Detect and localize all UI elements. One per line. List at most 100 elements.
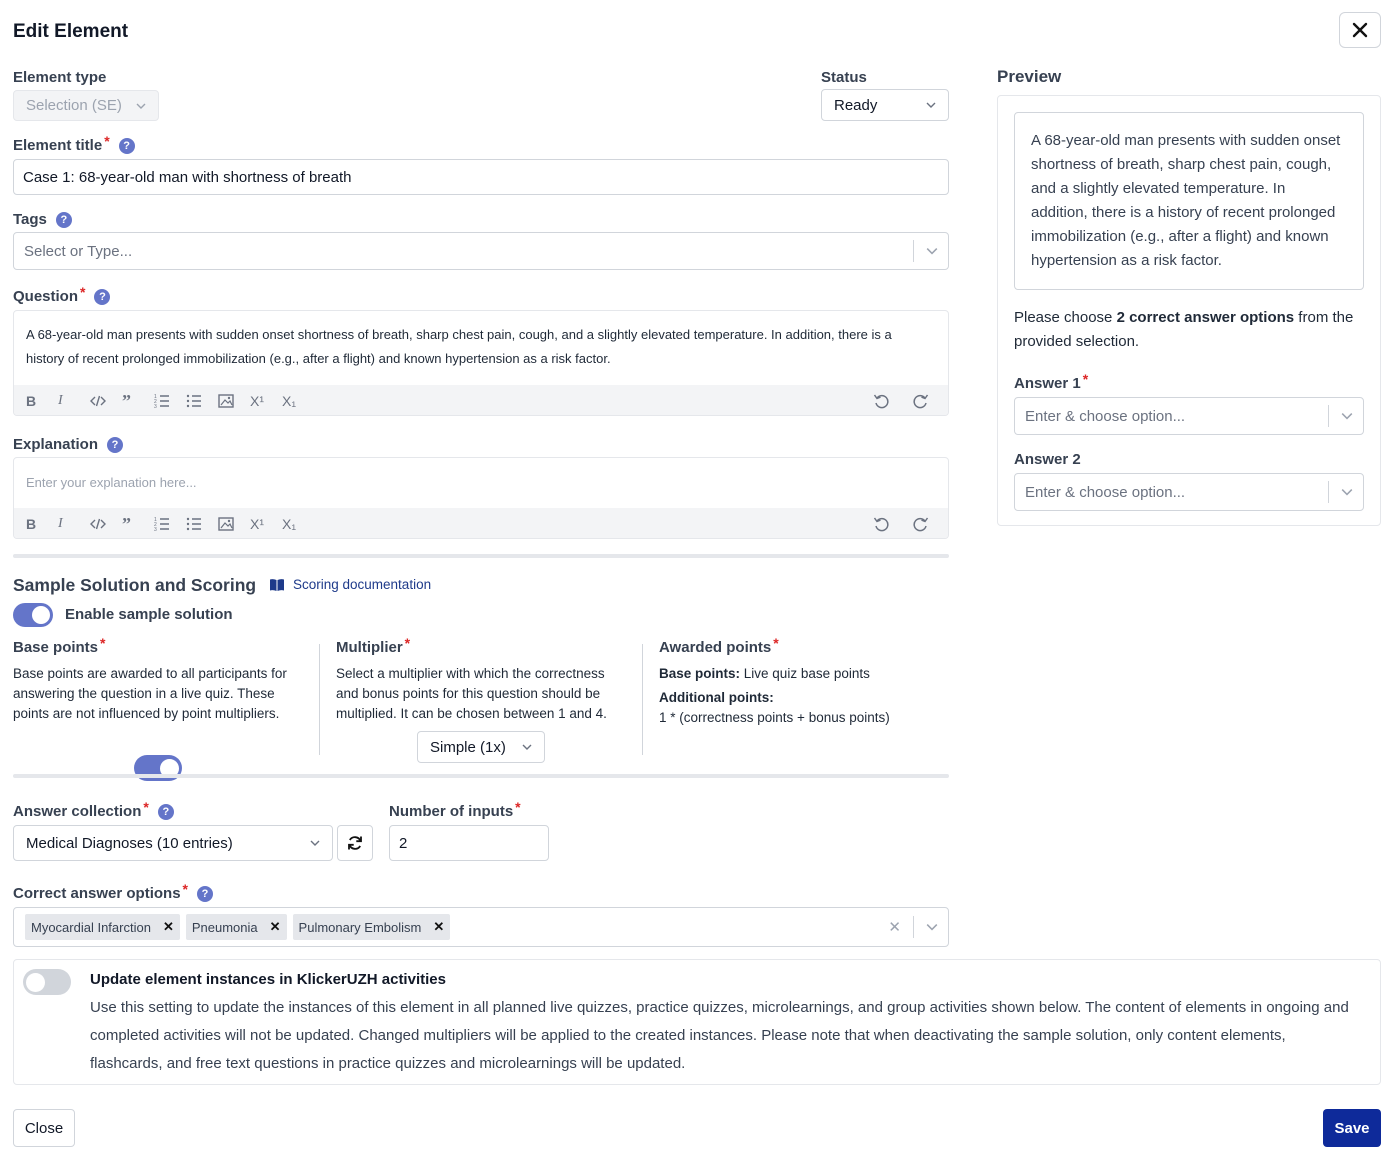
subscript-button[interactable]: X₁ (282, 514, 314, 534)
close-dialog-button[interactable] (1339, 12, 1381, 48)
separator (913, 240, 914, 262)
preview-panel: A 68-year-old man presents with sudden o… (997, 95, 1381, 526)
quote-button[interactable]: ” (122, 514, 154, 534)
base-points-label: Base points * (13, 634, 106, 657)
close-button[interactable]: Close (13, 1109, 75, 1147)
correct-answer-options-select[interactable]: Myocardial Infarction ✕ Pneumonia ✕ Pulmon… (13, 907, 949, 947)
book-icon (270, 578, 284, 591)
update-instances-description: Use this setting to update the instances… (90, 999, 1349, 1072)
separator (1328, 481, 1329, 503)
multiplier-select[interactable]: Simple (1x) (417, 731, 545, 763)
subscript-button[interactable]: X₁ (282, 391, 314, 411)
element-title-value: Case 1: 68-year-old man with shortness o… (23, 168, 352, 186)
bullet-list-icon (186, 394, 201, 408)
question-content[interactable]: A 68-year-old man presents with sudden o… (14, 311, 948, 385)
chevron-down-icon (310, 840, 320, 846)
answer-collection-label: Answer collection * ? (13, 799, 174, 820)
image-button[interactable] (218, 514, 250, 534)
section-divider (13, 774, 949, 778)
save-button[interactable]: Save (1323, 1109, 1381, 1147)
ordered-list-button[interactable]: 123 (154, 391, 186, 411)
chevron-down-icon (1341, 489, 1353, 496)
quote-button[interactable]: ” (122, 391, 154, 411)
redo-button[interactable] (906, 391, 936, 411)
explanation-placeholder[interactable]: Enter your explanation here... (14, 458, 948, 508)
code-icon (90, 518, 106, 530)
number-of-inputs-value: 2 (399, 834, 408, 852)
awarded-additional-key: Additional points: (659, 690, 774, 705)
clear-all-icon[interactable]: ✕ (888, 918, 901, 936)
bold-button[interactable]: B (26, 514, 58, 534)
history-controls (866, 391, 936, 411)
ordered-list-icon: 123 (154, 517, 169, 532)
scoring-documentation-link[interactable]: Scoring documentation (269, 577, 431, 592)
update-instances-title: Update element instances in KlickerUZH a… (90, 971, 446, 988)
answer-1-label: Answer 1 * (1014, 370, 1089, 393)
refresh-collection-button[interactable] (337, 825, 373, 861)
selected-options: Myocardial Infarction ✕ Pneumonia ✕ Pulmon… (25, 914, 888, 940)
superscript-button[interactable]: X¹ (250, 514, 282, 534)
chevron-down-icon (1341, 413, 1353, 420)
italic-button[interactable]: I (58, 514, 90, 534)
preview-instruction: Please choose 2 correct answer options f… (1014, 309, 1354, 350)
toggle-knob (26, 972, 45, 992)
bullet-list-icon (186, 517, 201, 531)
bold-button[interactable]: B (26, 391, 58, 411)
status-value: Ready (834, 96, 878, 114)
image-button[interactable] (218, 391, 250, 411)
explanation-editor[interactable]: Enter your explanation here... B I ” 123… (13, 457, 949, 539)
italic-button[interactable]: I (58, 391, 90, 411)
undo-icon (873, 394, 889, 409)
answer-1-placeholder: Enter & choose option... (1025, 407, 1186, 425)
redo-icon (913, 517, 929, 532)
code-button[interactable] (90, 391, 122, 411)
ordered-list-button[interactable]: 123 (154, 514, 186, 534)
quote-icon: ” (122, 513, 131, 534)
chevron-down-icon (926, 248, 938, 255)
chevron-down-icon (926, 924, 938, 931)
separator (913, 916, 914, 938)
help-icon[interactable]: ? (197, 885, 213, 902)
answer-collection-select[interactable]: Medical Diagnoses (10 entries) (13, 825, 333, 861)
remove-option-icon[interactable]: ✕ (163, 919, 174, 935)
bullet-list-button[interactable] (186, 391, 218, 411)
help-icon[interactable]: ? (157, 803, 174, 820)
selected-option-tag: Myocardial Infarction ✕ (25, 914, 180, 940)
awarded-points-label: Awarded points * (659, 634, 779, 657)
preview-question-text: A 68-year-old man presents with sudden o… (1014, 112, 1364, 290)
element-title-input[interactable]: Case 1: 68-year-old man with shortness o… (13, 159, 949, 195)
enable-sample-solution-label: Enable sample solution (65, 606, 233, 623)
status-select[interactable]: Ready (821, 89, 949, 121)
help-icon[interactable]: ? (118, 137, 135, 154)
answer-2-label: Answer 2 (1014, 451, 1081, 468)
number-of-inputs-field[interactable]: 2 (389, 825, 549, 861)
question-editor[interactable]: A 68-year-old man presents with sudden o… (13, 310, 949, 416)
correct-answer-options-label: Correct answer options * ? (13, 881, 213, 902)
redo-button[interactable] (906, 514, 936, 534)
undo-button[interactable] (866, 391, 896, 411)
image-icon (218, 517, 234, 531)
help-icon[interactable]: ? (107, 436, 124, 453)
remove-option-icon[interactable]: ✕ (270, 919, 281, 935)
column-divider (319, 644, 320, 755)
redo-icon (913, 394, 929, 409)
quote-icon: ” (122, 390, 131, 411)
help-icon[interactable]: ? (94, 288, 111, 305)
help-icon[interactable]: ? (55, 211, 72, 228)
code-button[interactable] (90, 514, 122, 534)
question-toolbar: B I ” 123 X¹ X₁ (14, 385, 948, 415)
answer-1-select[interactable]: Enter & choose option... (1014, 397, 1364, 435)
multiplier-description: Select a multiplier with which the corre… (336, 666, 607, 721)
tags-select[interactable]: Select or Type... (13, 232, 949, 270)
enable-sample-solution-toggle[interactable] (13, 603, 53, 627)
svg-text:3: 3 (154, 404, 157, 409)
element-type-select[interactable]: Selection (SE) (13, 90, 159, 121)
answer-2-select[interactable]: Enter & choose option... (1014, 473, 1364, 511)
chevron-down-icon (522, 744, 532, 750)
superscript-button[interactable]: X¹ (250, 391, 282, 411)
answer-2-placeholder: Enter & choose option... (1025, 483, 1186, 501)
update-instances-toggle[interactable] (23, 969, 71, 995)
remove-option-icon[interactable]: ✕ (433, 919, 444, 935)
undo-button[interactable] (866, 514, 896, 534)
bullet-list-button[interactable] (186, 514, 218, 534)
